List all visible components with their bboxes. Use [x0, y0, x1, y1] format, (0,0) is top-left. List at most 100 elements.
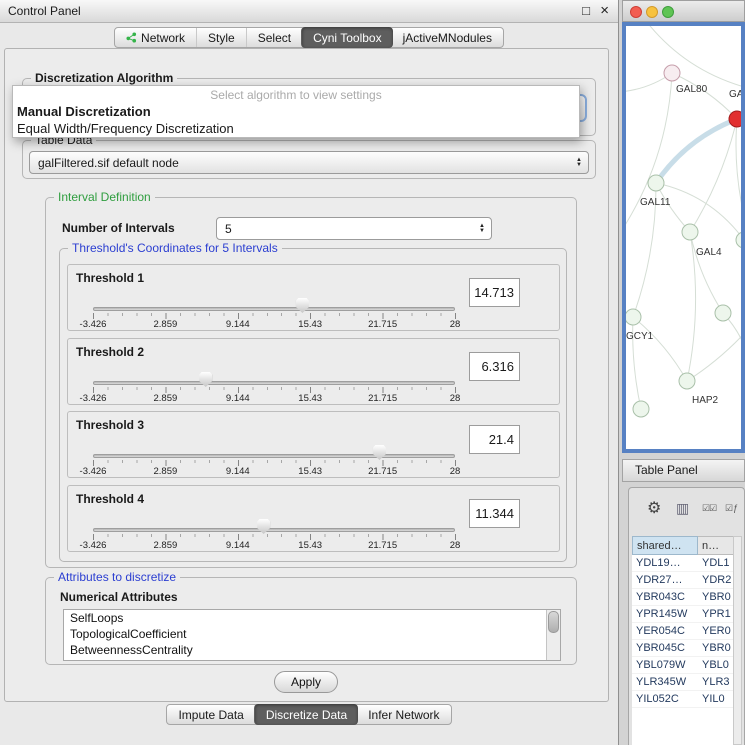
network-node[interactable]: [736, 232, 741, 248]
network-node-hap2[interactable]: [679, 373, 695, 389]
slider-track[interactable]: [93, 381, 455, 385]
network-node[interactable]: [715, 305, 731, 321]
scale-label: 28: [450, 466, 461, 477]
cell-shared-name: YDL19…: [632, 555, 698, 571]
network-window-titlebar[interactable]: [622, 0, 745, 22]
table-row[interactable]: YLR345WYLR3: [632, 674, 734, 691]
tab-infer-network[interactable]: Infer Network: [357, 705, 450, 724]
table-row[interactable]: YBR043CYBR0: [632, 589, 734, 606]
scale-label: 15.43: [298, 319, 322, 330]
slider-track[interactable]: [93, 307, 455, 311]
mac-zoom-icon[interactable]: [662, 6, 674, 18]
float-window-icon[interactable]: □: [582, 3, 590, 18]
network-edge[interactable]: [656, 183, 741, 240]
network-edge[interactable]: [687, 232, 696, 381]
network-node-gal11[interactable]: [648, 175, 664, 191]
threshold-value-field[interactable]: 6.316: [469, 352, 520, 381]
network-canvas[interactable]: GAL80GAGAL11GAL4GCY1HAP2: [626, 26, 741, 449]
table-panel-header[interactable]: Table Panel: [622, 459, 745, 482]
node-label: HAP2: [692, 395, 719, 406]
cell-name: YDL1: [698, 555, 734, 571]
apply-button[interactable]: Apply: [274, 671, 338, 693]
control-panel-window: Control Panel □ × NetworkStyle Select Cyni…: [0, 0, 619, 745]
threshold-value-field[interactable]: 21.4: [469, 425, 520, 454]
list-item[interactable]: TopologicalCoefficient: [64, 626, 560, 642]
interval-definition-group: Interval Definition Number of Intervals …: [45, 197, 577, 568]
table-row[interactable]: YER054CYER0: [632, 623, 734, 640]
cell-name: YLR3: [698, 674, 734, 690]
columns-icon[interactable]: ▥: [676, 500, 689, 517]
tab-discretize-data[interactable]: Discretize Data: [254, 704, 358, 725]
tab-cyni-toolbox[interactable]: Cyni Toolbox: [301, 27, 392, 48]
slider-track[interactable]: [93, 528, 455, 532]
network-edge[interactable]: [656, 119, 737, 183]
scale-label: 2.859: [154, 466, 178, 477]
table-row[interactable]: YIL052CYIL0: [632, 691, 734, 708]
table-row[interactable]: YDL19…YDL1: [632, 555, 734, 572]
scale-label: 15.43: [298, 540, 322, 551]
scale-label: 28: [450, 319, 461, 330]
combo-arrows-icon: ▲ ▼: [576, 158, 582, 168]
tab-strip: Impute DataDiscretize DataInfer Network: [166, 704, 451, 725]
close-window-icon[interactable]: ×: [600, 2, 609, 19]
list-scrollbar[interactable]: [546, 610, 560, 660]
list-item[interactable]: SelfLoops: [64, 610, 560, 626]
network-node-gcy1[interactable]: [626, 309, 641, 325]
thresholds-coordinates-label: Threshold's Coordinates for 5 Intervals: [68, 241, 282, 255]
cell-shared-name: YER054C: [632, 623, 698, 639]
scale-label: 21.715: [368, 319, 397, 330]
table-row[interactable]: YBR045CYBR0: [632, 640, 734, 657]
network-edge[interactable]: [690, 119, 737, 232]
tab-select[interactable]: Select: [246, 28, 302, 47]
network-edge[interactable]: [672, 73, 737, 119]
gear-icon[interactable]: ⚙: [647, 498, 661, 518]
table-data-group: Table Data galFiltered.sif default node …: [22, 140, 596, 179]
list-scrollbar-thumb[interactable]: [548, 611, 559, 633]
tab-impute-data[interactable]: Impute Data: [167, 705, 254, 724]
table-scrollbar[interactable]: [733, 536, 742, 745]
table-row[interactable]: YPR145WYPR1: [632, 606, 734, 623]
control-panel-titlebar[interactable]: Control Panel □ ×: [0, 0, 618, 23]
network-node[interactable]: [633, 401, 649, 417]
table-row[interactable]: YDR27…YDR2: [632, 572, 734, 589]
column-header-shared-name[interactable]: shared…: [632, 536, 698, 555]
network-tab-icon: [126, 32, 137, 43]
column-header-name[interactable]: n…: [698, 536, 734, 555]
scale-label: 9.144: [226, 393, 250, 404]
tab-label: Select: [258, 31, 291, 45]
scale-label: 2.859: [154, 393, 178, 404]
table-row[interactable]: YBL079WYBL0: [632, 657, 734, 674]
table-data-select[interactable]: galFiltered.sif default node ▲ ▼: [29, 151, 589, 174]
scale-label: 28: [450, 393, 461, 404]
network-edge[interactable]: [626, 73, 672, 236]
function-builder-icon[interactable]: ☑ƒ: [725, 503, 738, 514]
tab-jactivemnodules[interactable]: jActiveMNodules: [392, 28, 503, 47]
threshold-value-field[interactable]: 14.713: [469, 278, 520, 307]
tab-style[interactable]: Style: [196, 28, 246, 47]
slider-ticks: [93, 313, 456, 319]
mac-close-icon[interactable]: [630, 6, 642, 18]
network-graph[interactable]: GAL80GAGAL11GAL4GCY1HAP2: [626, 26, 741, 449]
network-node-ga[interactable]: [729, 111, 741, 127]
tab-label: jActiveMNodules: [403, 31, 492, 45]
slider-track[interactable]: [93, 454, 455, 458]
threshold-value-field[interactable]: 11.344: [469, 499, 520, 528]
network-edge[interactable]: [646, 26, 741, 86]
threshold-panel-4: Threshold 4-3.4262.8599.14415.4321.71528…: [67, 485, 560, 552]
select-rows-icon[interactable]: ☑☑: [702, 503, 716, 514]
network-edge[interactable]: [687, 326, 741, 381]
mac-minimize-icon[interactable]: [646, 6, 658, 18]
scale-label: 9.144: [226, 540, 250, 551]
list-item[interactable]: BetweennessCentrality: [64, 642, 560, 658]
network-node-gal80[interactable]: [664, 65, 680, 81]
cell-shared-name: YBR045C: [632, 640, 698, 656]
dropdown-option-equal-width-frequency[interactable]: Equal Width/Frequency Discretization: [13, 120, 579, 137]
tab-network[interactable]: Network: [115, 28, 196, 47]
network-edge[interactable]: [736, 119, 741, 241]
dropdown-option-manual-discretization[interactable]: Manual Discretization: [13, 103, 579, 120]
number-of-intervals-select[interactable]: 5 ▲ ▼: [216, 217, 492, 240]
network-node-gal4[interactable]: [682, 224, 698, 240]
network-canvas-frame: GAL80GAGAL11GAL4GCY1HAP2: [622, 22, 745, 453]
network-edge[interactable]: [633, 317, 687, 381]
numerical-attributes-list[interactable]: SelfLoopsTopologicalCoefficientBetweenne…: [63, 609, 561, 661]
